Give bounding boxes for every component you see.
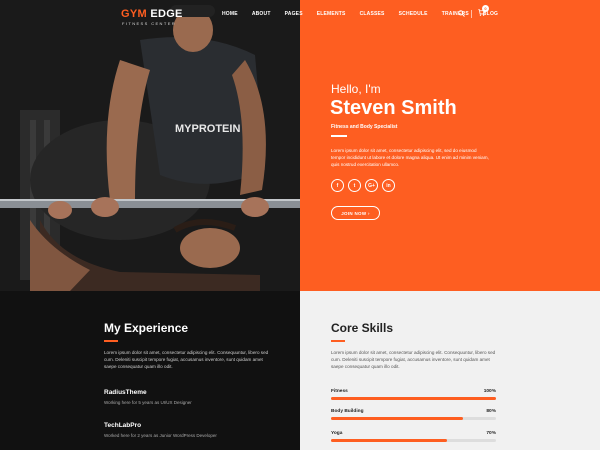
hero-divider [331, 135, 347, 137]
hero-description: Lorem ipsum dolor sit amet, consectetur … [331, 148, 489, 167]
hero-role: Fitness and Body Specialist [331, 124, 398, 130]
skills-description: Lorem ipsum dolor sit amet, consectetur … [331, 350, 496, 369]
linkedin-icon[interactable]: in [382, 179, 395, 192]
twitter-icon[interactable]: t [348, 179, 361, 192]
nav-item-elements[interactable]: ELEMENTS [317, 11, 346, 17]
skill-percent: 100% [483, 389, 496, 394]
skill-percent: 70% [486, 431, 496, 436]
skill-track [331, 417, 496, 420]
skill-track [331, 397, 496, 400]
skills-divider [331, 340, 345, 342]
hero-intro-panel [300, 0, 600, 291]
trainer-photo-illustration: MYPROTEIN [0, 0, 300, 291]
social-links: f t G+ in [331, 179, 399, 192]
experience-title: My Experience [104, 321, 189, 335]
google-plus-icon[interactable]: G+ [365, 179, 378, 192]
logo-tagline: FITNESS CENTER [122, 21, 177, 26]
header-actions: 0 [458, 5, 489, 18]
logo-text: EDGE [146, 8, 183, 20]
job-detail: Worked here for 2 years as Junior WordPr… [104, 433, 217, 438]
skill-percent: 80% [486, 409, 496, 414]
nav-item-pages[interactable]: PAGES [285, 11, 303, 17]
skill-name: Body Building [331, 409, 364, 414]
header-divider [471, 9, 472, 18]
job-detail: Working here for 5 years as UI/UX Design… [104, 400, 192, 405]
hero-photo: MYPROTEIN [0, 0, 300, 291]
skill-name: Fitness [331, 389, 348, 394]
experience-item: TechLabPro Worked here for 2 years as Ju… [104, 422, 217, 438]
logo-accent-text: GYM [121, 8, 147, 20]
job-company: TechLabPro [104, 422, 142, 429]
nav-item-home[interactable]: HOME [222, 11, 238, 17]
join-now-button[interactable]: JOIN NOW › [331, 206, 380, 220]
experience-item: RadiusTheme Working here for 5 years as … [104, 389, 192, 405]
cart-button[interactable]: 0 [478, 5, 489, 18]
nav-item-about[interactable]: ABOUT [252, 11, 271, 17]
skill-bar: Yoga 70% [331, 431, 496, 442]
skill-fill [331, 439, 447, 442]
hero-name: Steven Smith [330, 97, 457, 119]
skill-fill [331, 417, 463, 420]
hero-greeting: Hello, I'm [331, 82, 381, 96]
experience-description: Lorem ipsum dolor sit amet, consectetur … [104, 350, 269, 369]
skills-title: Core Skills [331, 321, 394, 335]
site-logo[interactable]: GYM EDGE FITNESS CENTER [121, 8, 183, 26]
skill-name: Yoga [331, 431, 343, 436]
skills-section [300, 291, 600, 450]
nav-item-classes[interactable]: CLASSES [360, 11, 385, 17]
search-icon[interactable] [458, 10, 465, 17]
skill-bar: Fitness 100% [331, 389, 496, 400]
nav-item-schedule[interactable]: SCHEDULE [399, 11, 428, 17]
skill-fill [331, 397, 496, 400]
facebook-icon[interactable]: f [331, 179, 344, 192]
shirt-logo-text: MYPROTEIN [175, 123, 240, 135]
skill-bar: Body Building 80% [331, 409, 496, 420]
cart-count-badge: 0 [482, 5, 489, 12]
job-company: RadiusTheme [104, 389, 147, 396]
skill-track [331, 439, 496, 442]
experience-divider [104, 340, 118, 342]
